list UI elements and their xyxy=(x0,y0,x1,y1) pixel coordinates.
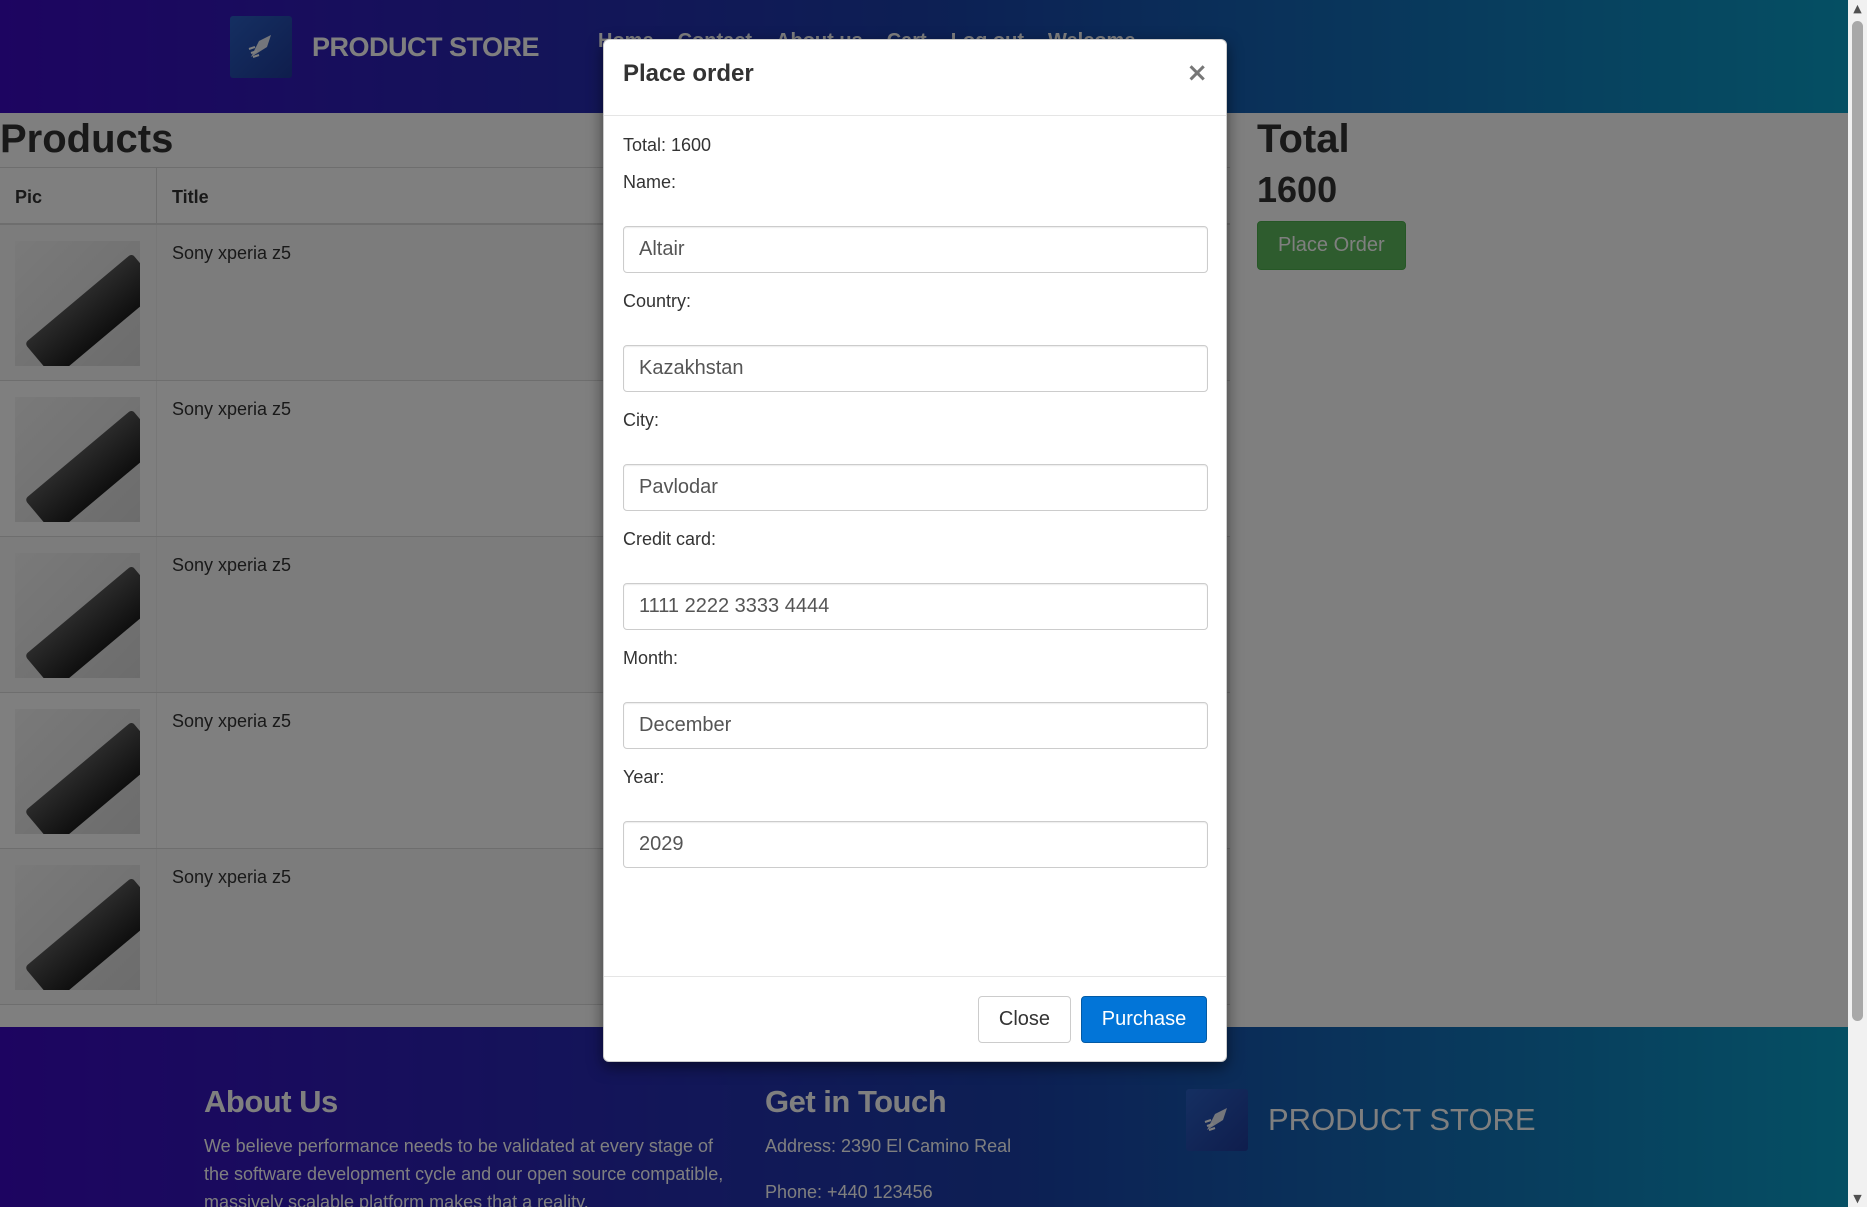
page-scrollbar[interactable]: ▲ ▼ xyxy=(1848,0,1867,1207)
modal-footer: Close Purchase xyxy=(604,976,1226,1061)
modal-title: Place order xyxy=(623,60,754,87)
credit-card-label: Credit card: xyxy=(623,529,717,549)
city-label: City: xyxy=(623,410,659,430)
scroll-thumb[interactable] xyxy=(1852,21,1863,1021)
country-label: Country: xyxy=(623,291,692,311)
year-label: Year: xyxy=(623,767,665,787)
city-field[interactable] xyxy=(623,464,1208,511)
scroll-up-icon[interactable]: ▲ xyxy=(1848,0,1867,17)
order-total: Total: 1600 xyxy=(623,135,712,155)
scroll-down-icon[interactable]: ▼ xyxy=(1848,1190,1867,1207)
name-field[interactable] xyxy=(623,226,1208,273)
year-field[interactable] xyxy=(623,821,1208,868)
modal-header: Place order × xyxy=(604,40,1226,116)
purchase-button[interactable]: Purchase xyxy=(1081,996,1207,1043)
close-icon[interactable]: × xyxy=(1186,60,1208,86)
close-button[interactable]: Close xyxy=(978,996,1071,1043)
month-field[interactable] xyxy=(623,702,1208,749)
credit-card-field[interactable] xyxy=(623,583,1208,630)
country-field[interactable] xyxy=(623,345,1208,392)
place-order-modal: Place order × Total: 1600 Name: Country:… xyxy=(603,39,1227,1062)
name-label: Name: xyxy=(623,172,677,192)
month-label: Month: xyxy=(623,648,679,668)
modal-body: Total: 1600 Name: Country: City: Credit … xyxy=(604,116,1226,905)
